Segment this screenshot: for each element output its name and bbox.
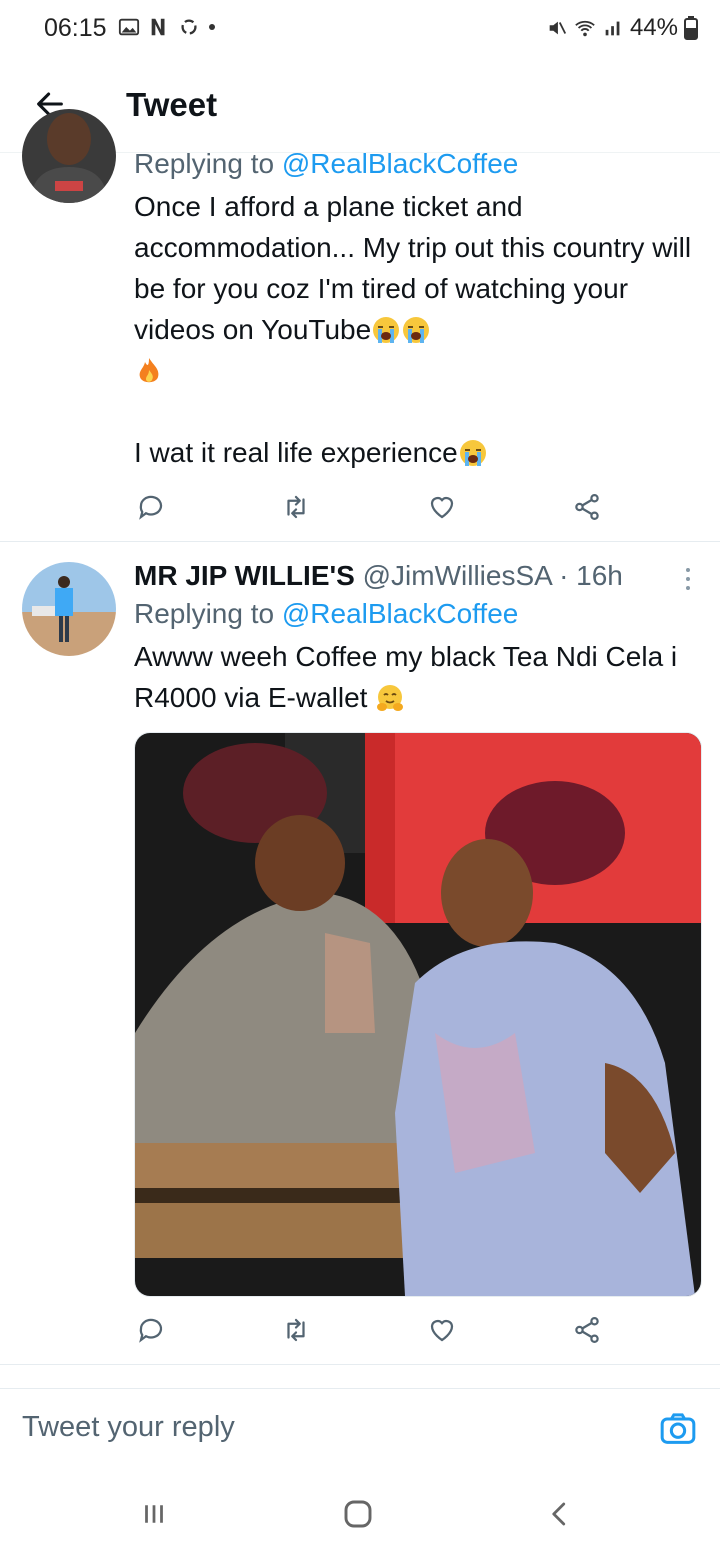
author-name[interactable]: MR JIP WILLIE'S — [134, 560, 355, 591]
share-button[interactable] — [570, 1313, 604, 1347]
tweet-time: · 16h — [559, 560, 623, 591]
reply-button[interactable] — [134, 490, 168, 524]
home-icon — [344, 1500, 372, 1528]
battery-percent: 44% — [629, 14, 678, 41]
chevron-left-icon — [552, 1502, 566, 1526]
replying-to: Replying to @RealBlackCoffee — [134, 148, 519, 179]
home-button[interactable] — [338, 1494, 378, 1534]
avatar-image — [22, 109, 116, 203]
mute-icon — [549, 21, 567, 35]
wifi-icon — [575, 20, 595, 37]
reply-icon — [139, 495, 163, 520]
fire-icon — [139, 358, 159, 383]
heart-icon — [430, 496, 453, 519]
recent-apps-button[interactable] — [134, 1494, 174, 1534]
tweet-text: Awww weeh Coffee my black Tea Ndi Cela i… — [134, 641, 685, 713]
tweet-media-image[interactable] — [134, 732, 702, 1297]
camera-icon — [660, 1413, 696, 1444]
avatar[interactable] — [22, 562, 116, 656]
reply-icon — [139, 1318, 163, 1343]
tweet-text: Once I afford a plane ticket and accommo… — [134, 191, 699, 468]
system-icons: 44% — [546, 14, 698, 42]
retweet-button[interactable] — [279, 490, 313, 524]
share-icon — [575, 1317, 599, 1343]
reply-composer: Tweet your reply — [0, 1388, 720, 1469]
reply-input[interactable]: Tweet your reply — [22, 1411, 235, 1444]
tweet-header: MR JIP WILLIE'S @JimWilliesSA · 16h — [134, 560, 700, 592]
netflix-icon — [151, 18, 165, 36]
tweet-2[interactable]: MR JIP WILLIE'S @JimWilliesSA · 16h Repl… — [0, 542, 720, 1364]
status-time: 06:15 — [44, 14, 107, 42]
system-navigation-bar — [0, 1468, 720, 1560]
status-bar: 06:15 44% — [0, 0, 720, 60]
replying-to-handle[interactable]: @RealBlackCoffee — [282, 148, 518, 179]
more-options-button[interactable] — [678, 564, 698, 594]
share-button[interactable] — [570, 490, 604, 524]
retweet-icon — [287, 1318, 305, 1342]
more-notifications-icon — [209, 24, 215, 30]
loudly-crying-face-icon — [373, 317, 400, 343]
system-back-button[interactable] — [540, 1494, 580, 1534]
heart-icon — [430, 1319, 453, 1342]
recent-apps-icon — [145, 1505, 163, 1523]
signal-icon — [605, 21, 620, 36]
avatar[interactable] — [22, 109, 116, 203]
retweet-button[interactable] — [279, 1313, 313, 1347]
retweet-icon — [287, 495, 305, 519]
more-options-icon — [686, 568, 690, 572]
sync-icon — [181, 19, 197, 35]
page-title: Tweet — [126, 86, 218, 123]
avatar-image — [22, 562, 116, 656]
tweet-1[interactable]: Replying to @RealBlackCoffee Once I affo… — [0, 109, 720, 541]
replying-to-handle[interactable]: @RealBlackCoffee — [282, 598, 518, 629]
like-button[interactable] — [425, 490, 459, 524]
photo — [135, 733, 701, 1296]
tweet-actions — [134, 487, 604, 527]
author-handle[interactable]: @JimWilliesSA — [363, 560, 552, 591]
hugging-face-icon — [377, 685, 404, 711]
notification-icons — [118, 16, 216, 38]
gallery-icon — [118, 18, 140, 36]
camera-button[interactable] — [658, 1409, 698, 1449]
loudly-crying-face-icon — [459, 440, 486, 466]
like-button[interactable] — [425, 1313, 459, 1347]
share-icon — [575, 494, 599, 520]
battery-icon — [684, 16, 698, 40]
tweet-divider — [0, 1364, 720, 1365]
tweet-actions — [134, 1310, 604, 1350]
loudly-crying-face-icon — [403, 317, 430, 343]
reply-button[interactable] — [134, 1313, 168, 1347]
replying-to: Replying to @RealBlackCoffee — [134, 598, 519, 629]
